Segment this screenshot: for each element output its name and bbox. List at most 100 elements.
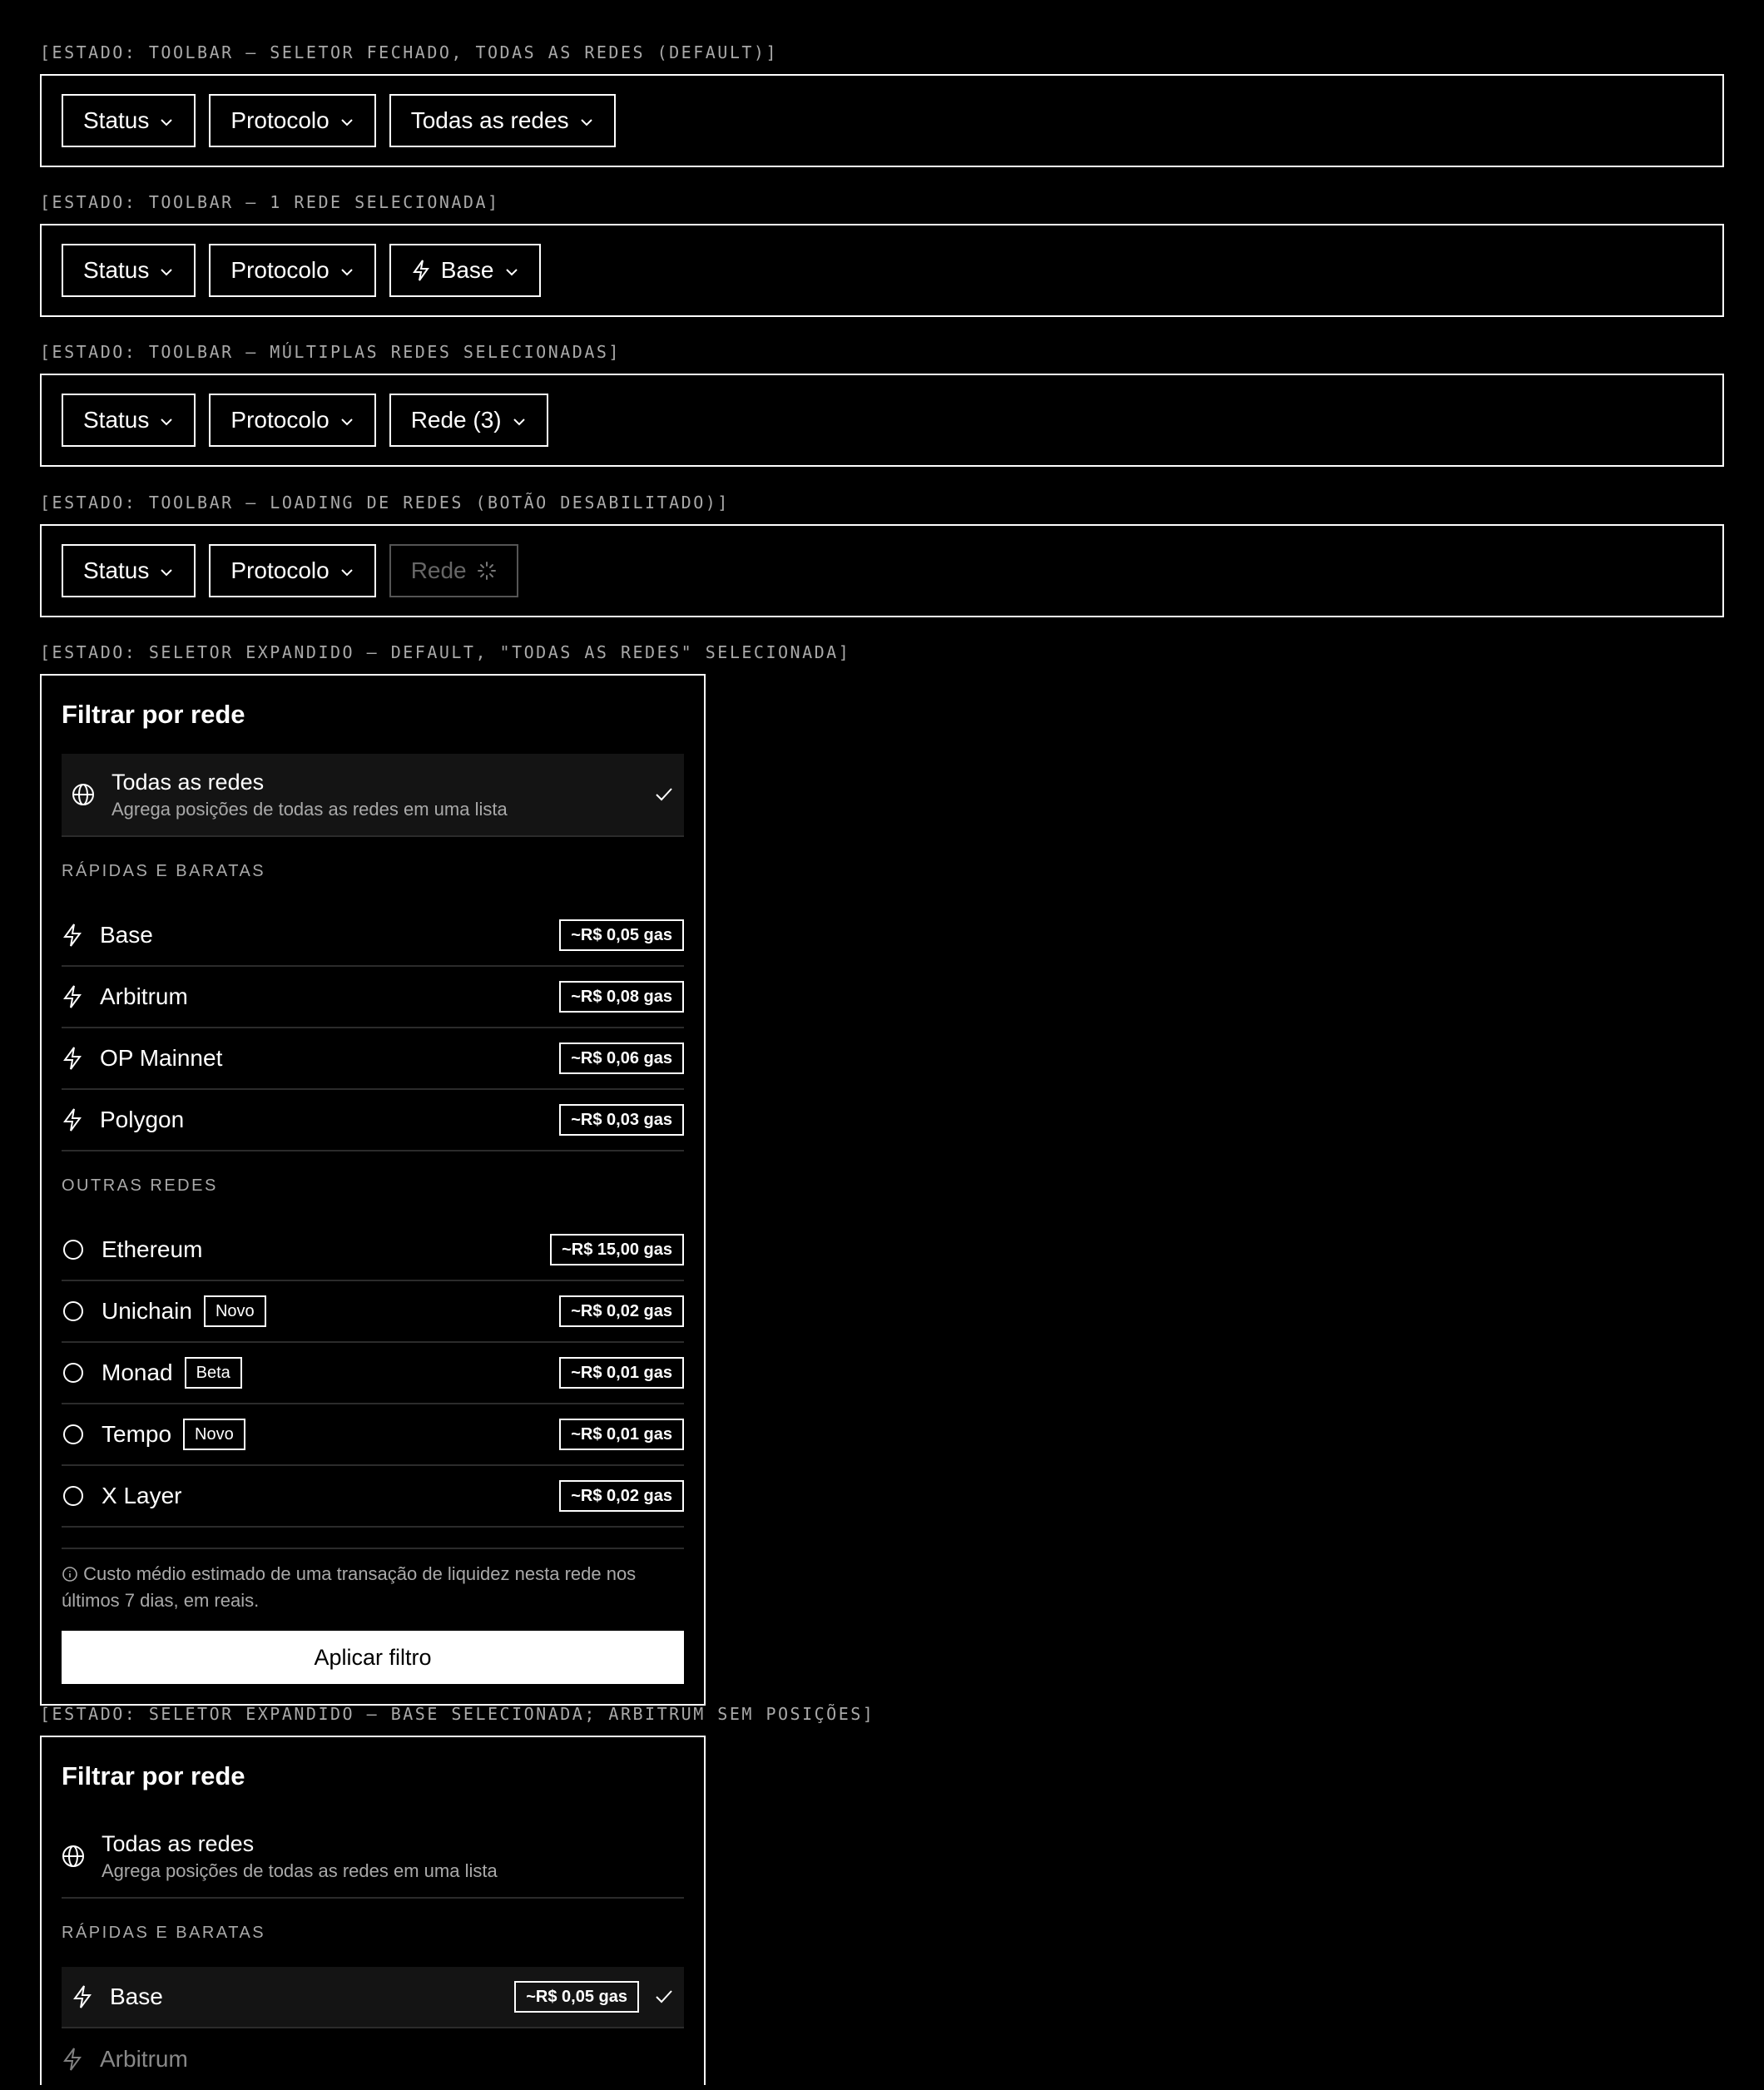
radio-icon	[63, 1363, 83, 1383]
chevron-down-icon	[580, 119, 592, 126]
loading-spinner-icon	[477, 562, 496, 580]
gas-badge: ~R$ 0,08 gas	[559, 981, 684, 1013]
radio-icon	[63, 1301, 83, 1321]
chevron-down-icon	[161, 269, 173, 276]
radio-icon	[63, 1240, 83, 1260]
chevron-down-icon	[505, 269, 518, 276]
chevron-down-icon	[161, 569, 173, 577]
option-description: Agrega posições de todas as redes em uma…	[111, 799, 508, 820]
apply-filter-button[interactable]: Aplicar filtro	[62, 1631, 684, 1684]
network-option-polygon[interactable]: Polygon ~R$ 0,03 gas	[62, 1090, 684, 1151]
network-name: Polygon	[100, 1107, 185, 1132]
option-all-networks[interactable]: Todas as redes Agrega posições de todas …	[62, 1815, 684, 1899]
state-label: [ESTADO: TOOLBAR — LOADING DE REDES (BOT…	[40, 493, 730, 513]
network-option-base[interactable]: Base ~R$ 0,05 gas	[62, 905, 684, 967]
network-label: Rede	[410, 557, 467, 583]
protocol-dropdown[interactable]: Protocolo	[209, 94, 376, 147]
lightning-icon	[412, 260, 429, 281]
check-icon	[656, 788, 672, 801]
network-name: Monad	[102, 1359, 173, 1385]
group-heading-other: OUTRAS REDES	[62, 1176, 218, 1195]
network-option-op-mainnet[interactable]: OP Mainnet ~R$ 0,06 gas	[62, 1028, 684, 1090]
network-option-ethereum[interactable]: Ethereum ~R$ 15,00 gas	[62, 1220, 684, 1281]
network-option-x-layer[interactable]: X Layer ~R$ 0,02 gas	[62, 1466, 684, 1528]
chevron-down-icon	[340, 569, 353, 577]
chevron-down-icon	[340, 269, 353, 276]
gas-badge: ~R$ 0,05 gas	[559, 919, 684, 951]
lightning-icon	[63, 985, 82, 1008]
network-selector-panel: Filtrar por rede Todas as redes Agrega p…	[40, 1736, 706, 2085]
globe-icon	[62, 1845, 84, 1867]
network-dropdown[interactable]: Rede (3)	[389, 394, 548, 447]
option-description: Agrega posições de todas as redes em uma…	[102, 1860, 498, 1881]
lightning-icon	[63, 1047, 82, 1070]
gas-badge: ~R$ 0,02 gas	[559, 1480, 684, 1512]
chevron-down-icon	[340, 418, 353, 426]
network-dropdown[interactable]: Base	[389, 244, 541, 297]
network-dropdown-disabled: Rede	[389, 544, 518, 597]
protocol-label: Protocolo	[230, 107, 330, 133]
gas-footnote: Custo médio estimado de uma transação de…	[62, 1548, 684, 1614]
protocol-label: Protocolo	[230, 557, 330, 583]
network-name: Arbitrum	[100, 983, 188, 1009]
toolbar: Status Protocolo Todas as redes	[40, 74, 1724, 167]
protocol-label: Protocolo	[230, 257, 330, 283]
info-icon	[62, 1567, 77, 1582]
protocol-dropdown[interactable]: Protocolo	[209, 244, 376, 297]
footnote-text: Custo médio estimado de uma transação de…	[62, 1563, 637, 1611]
gas-badge: ~R$ 15,00 gas	[550, 1234, 684, 1265]
gas-badge: ~R$ 0,01 gas	[559, 1357, 684, 1389]
toolbar: Status Protocolo Rede (3)	[40, 374, 1724, 467]
gas-badge: ~R$ 0,05 gas	[514, 1981, 639, 2013]
network-label: Base	[440, 257, 494, 283]
network-selector-panel: Filtrar por rede Todas as redes Agrega p…	[40, 674, 706, 1706]
option-all-networks[interactable]: Todas as redes Agrega posições de todas …	[62, 754, 684, 837]
chevron-down-icon	[161, 119, 173, 126]
status-dropdown[interactable]: Status	[62, 94, 196, 147]
option-title: Todas as redes	[111, 770, 265, 795]
state-label: [ESTADO: TOOLBAR — 1 REDE SELECIONADA]	[40, 192, 500, 212]
lightning-icon	[63, 2048, 82, 2071]
status-dropdown[interactable]: Status	[62, 244, 196, 297]
state-label: [ESTADO: SELETOR EXPANDIDO — DEFAULT, "T…	[40, 642, 851, 662]
lightning-icon	[63, 924, 82, 947]
network-option-arbitrum[interactable]: Arbitrum	[62, 2028, 684, 2090]
chevron-down-icon	[513, 418, 525, 426]
status-dropdown[interactable]: Status	[62, 544, 196, 597]
network-name: X Layer	[102, 1483, 182, 1508]
toolbar: Status Protocolo Rede	[40, 524, 1724, 617]
network-name: Ethereum	[102, 1236, 203, 1262]
status-dropdown[interactable]: Status	[62, 394, 196, 447]
network-name: Base	[100, 922, 153, 948]
gas-badge: ~R$ 0,03 gas	[559, 1104, 684, 1136]
network-name: OP Mainnet	[100, 1045, 223, 1071]
network-option-base-selected[interactable]: Base ~R$ 0,05 gas	[62, 1967, 684, 2028]
option-title: Todas as redes	[102, 1831, 255, 1856]
lightning-icon	[73, 1985, 92, 2008]
network-label: Rede (3)	[410, 407, 502, 433]
new-tag: Novo	[183, 1419, 245, 1450]
globe-icon	[72, 784, 94, 805]
lightning-icon	[63, 1108, 82, 1132]
network-option-monad[interactable]: Monad Beta ~R$ 0,01 gas	[62, 1343, 684, 1404]
network-option-arbitrum[interactable]: Arbitrum ~R$ 0,08 gas	[62, 967, 684, 1028]
toolbar: Status Protocolo Base	[40, 224, 1724, 317]
panel-title: Filtrar por rede	[62, 1761, 245, 1790]
radio-icon	[63, 1424, 83, 1444]
network-option-tempo[interactable]: Tempo Novo ~R$ 0,01 gas	[62, 1404, 684, 1466]
protocol-dropdown[interactable]: Protocolo	[209, 544, 376, 597]
state-label: [ESTADO: SELETOR EXPANDIDO — BASE SELECI…	[40, 1704, 875, 1724]
status-label: Status	[83, 407, 150, 433]
group-heading-fast: RÁPIDAS E BARATAS	[62, 1924, 266, 1942]
state-label: [ESTADO: TOOLBAR — SELETOR FECHADO, TODA…	[40, 42, 779, 62]
new-tag: Novo	[203, 1295, 266, 1327]
network-option-unichain[interactable]: Unichain Novo ~R$ 0,02 gas	[62, 1281, 684, 1343]
network-name: Unichain	[102, 1298, 192, 1324]
panel-title: Filtrar por rede	[62, 700, 245, 729]
status-label: Status	[83, 557, 150, 583]
protocol-label: Protocolo	[230, 407, 330, 433]
protocol-dropdown[interactable]: Protocolo	[209, 394, 376, 447]
network-label: Todas as redes	[410, 107, 569, 133]
network-dropdown[interactable]: Todas as redes	[389, 94, 616, 147]
beta-tag: Beta	[184, 1357, 242, 1389]
